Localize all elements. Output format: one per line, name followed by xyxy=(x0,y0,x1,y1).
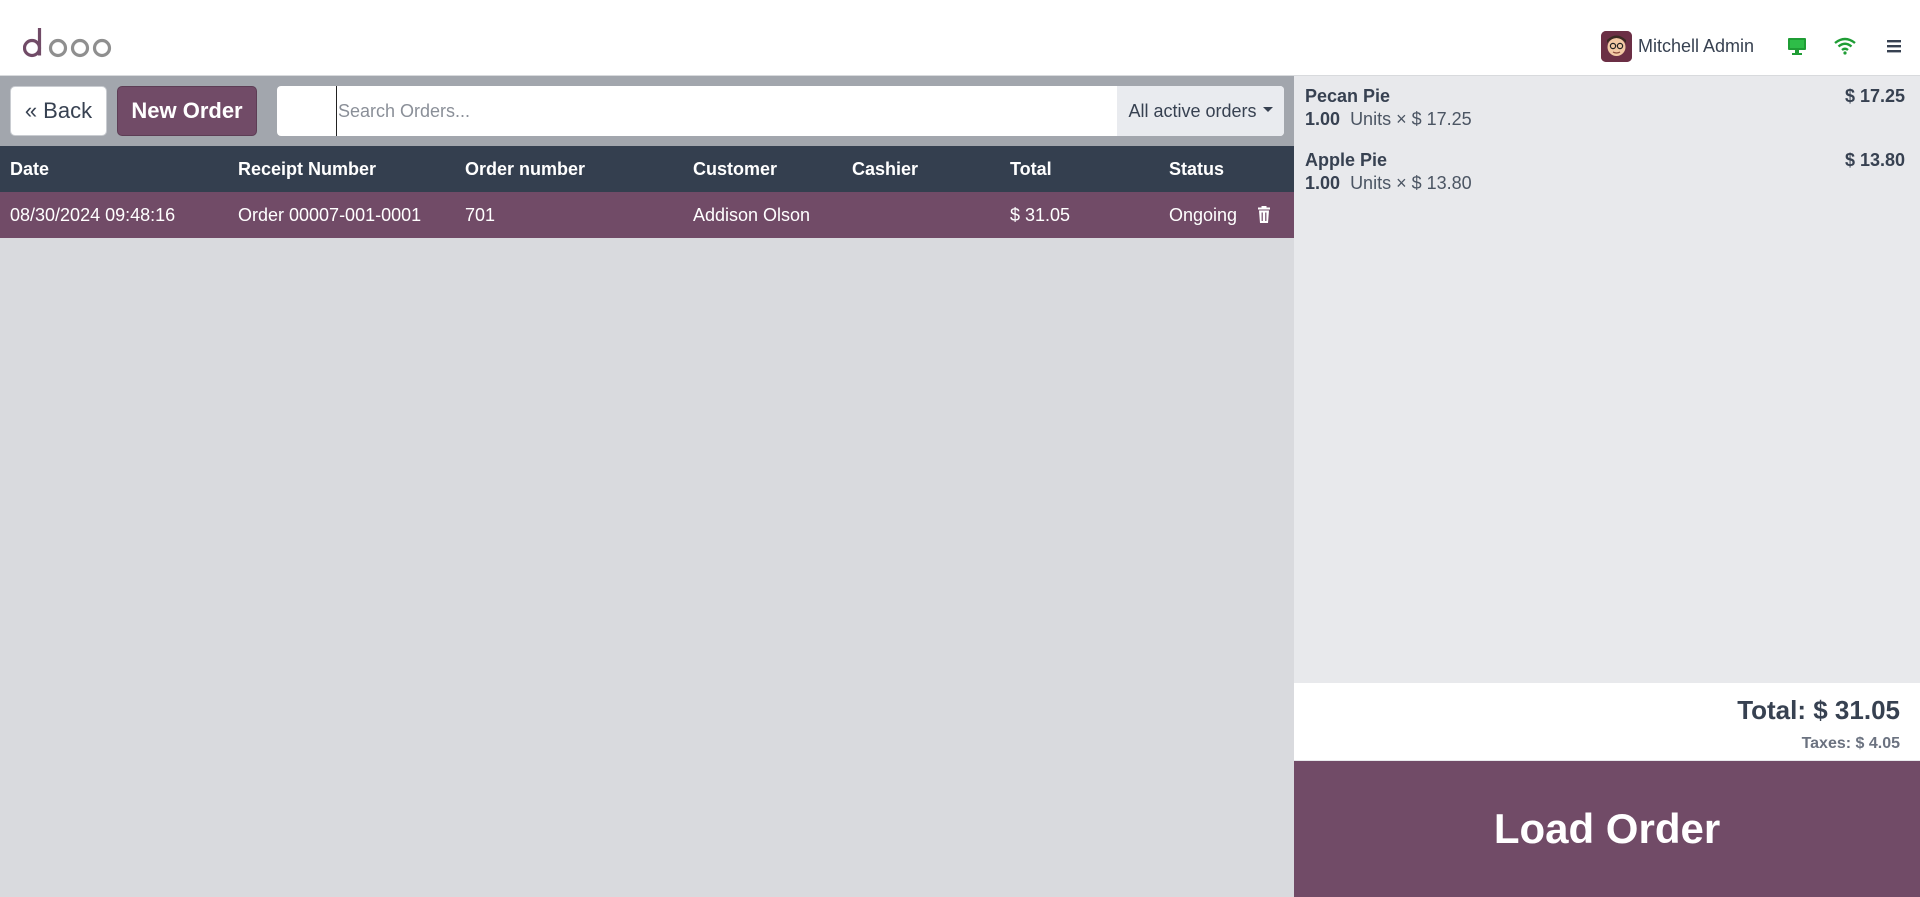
order-line-unit-price: Units × $ 13.80 xyxy=(1350,173,1472,193)
wifi-icon[interactable] xyxy=(1832,33,1858,59)
order-line-product: Apple Pie xyxy=(1305,150,1388,170)
order-controls: « Back New Order All active orders xyxy=(0,76,1294,146)
search-input[interactable] xyxy=(336,86,1106,136)
order-receipt-number: Order 00007-001-0001 xyxy=(238,205,422,225)
user-name: Mitchell Admin xyxy=(1638,35,1755,56)
order-line-unit-price: Units × $ 17.25 xyxy=(1350,109,1472,129)
order-status: Ongoing xyxy=(1169,205,1238,225)
back-label: Back xyxy=(43,98,93,123)
order-number: 701 xyxy=(465,205,496,225)
avatar xyxy=(1601,30,1632,62)
user-menu[interactable]: Mitchell Admin xyxy=(1601,30,1754,62)
column-total: Total xyxy=(1010,159,1052,179)
trash-icon[interactable] xyxy=(1254,205,1274,225)
menu-icon[interactable] xyxy=(1881,33,1907,59)
column-order-number: Order number xyxy=(465,159,586,179)
monitor-icon[interactable] xyxy=(1784,33,1810,59)
double-chevron-left-icon: « xyxy=(24,98,38,123)
order-line-detail: 1.00 Units × $ 17.25 xyxy=(1305,109,1905,130)
column-customer: Customer xyxy=(693,159,778,179)
filter-label: All active orders xyxy=(1128,100,1257,121)
order-preview-panel: Pecan Pie $ 17.25 1.00 Units × $ 17.25 A… xyxy=(1294,76,1920,897)
order-line-qty: 1.00 xyxy=(1305,109,1341,129)
order-line-product: Pecan Pie xyxy=(1305,86,1391,106)
order-line-price: $ 17.25 xyxy=(1844,86,1905,106)
order-line-detail: 1.00 Units × $ 13.80 xyxy=(1305,173,1905,194)
order-line[interactable]: Apple Pie $ 13.80 1.00 Units × $ 13.80 xyxy=(1305,150,1905,194)
caret-down-icon xyxy=(1262,106,1273,112)
order-taxes: Taxes: $ 4.05 xyxy=(1801,735,1900,752)
back-button[interactable]: « Back xyxy=(10,86,107,136)
order-totals: Total: $ 31.05 Taxes: $ 4.05 xyxy=(1294,683,1920,760)
column-receipt-number: Receipt Number xyxy=(238,159,377,179)
order-total: $ 31.05 xyxy=(1010,205,1071,225)
odoo-logo[interactable] xyxy=(23,26,119,60)
order-line-qty: 1.00 xyxy=(1305,173,1341,193)
order-line[interactable]: Pecan Pie $ 17.25 1.00 Units × $ 17.25 xyxy=(1305,86,1905,130)
new-order-button[interactable]: New Order xyxy=(117,86,257,136)
column-cashier: Cashier xyxy=(852,159,919,179)
filter-dropdown[interactable]: All active orders xyxy=(1117,86,1284,136)
top-navbar: Mitchell Admin xyxy=(0,0,1920,76)
search-bar: All active orders xyxy=(277,86,1284,136)
column-date: Date xyxy=(10,159,50,179)
orders-table: Date Receipt Number Order number Custome… xyxy=(0,146,1294,897)
order-customer: Addison Olson xyxy=(693,205,811,225)
order-total-amount: Total: $ 31.05 xyxy=(1737,695,1900,725)
column-status: Status xyxy=(1169,159,1225,179)
load-order-button[interactable]: Load Order xyxy=(1294,761,1920,897)
order-line-price: $ 13.80 xyxy=(1844,150,1905,170)
table-header: Date Receipt Number Order number Custome… xyxy=(0,146,1294,192)
order-date: 08/30/2024 09:48:16 xyxy=(10,205,176,225)
table-row[interactable]: 08/30/2024 09:48:16 Order 00007-001-0001… xyxy=(0,192,1294,238)
